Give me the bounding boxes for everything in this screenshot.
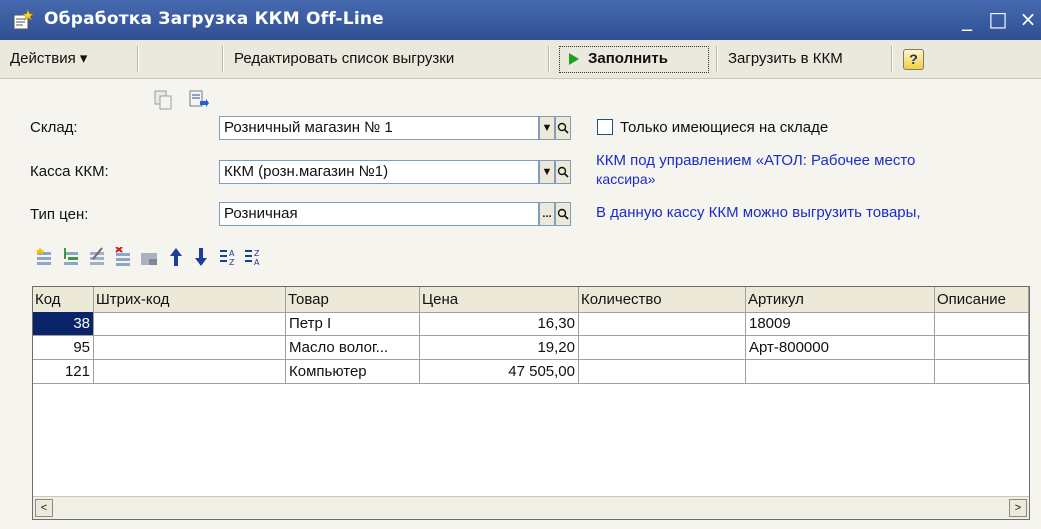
minimize-button[interactable]: _	[955, 6, 979, 32]
table-header: Код Штрих-код Товар Цена Количество Арти…	[33, 287, 1029, 313]
cell-quantity[interactable]	[579, 360, 746, 384]
edit-row-icon[interactable]	[88, 247, 106, 267]
sort-desc-icon[interactable]: ZA	[244, 247, 262, 267]
cell-item[interactable]: Петр I	[286, 312, 420, 336]
chevron-down-icon[interactable]: ▼	[539, 116, 555, 140]
column-header-quantity[interactable]: Количество	[579, 287, 746, 312]
cell-item[interactable]: Компьютер	[286, 360, 420, 384]
toolbar: Действия ▾ Редактировать список выгрузки…	[0, 40, 1041, 110]
horizontal-scrollbar[interactable]: < >	[33, 496, 1029, 519]
toolbar-separator	[548, 46, 550, 72]
window: Обработка Загрузка ККМ Off-Line _ □ × Де…	[0, 0, 1041, 529]
paste-icon[interactable]	[187, 89, 209, 111]
only-in-stock-checkbox[interactable]	[597, 119, 613, 135]
column-header-code[interactable]: Код	[33, 287, 94, 312]
svg-text:Z: Z	[254, 249, 260, 258]
end-edit-icon[interactable]	[140, 247, 158, 267]
help-button[interactable]: ?	[903, 49, 924, 70]
toolbar-separator	[716, 46, 718, 72]
title-bar: Обработка Загрузка ККМ Off-Line _ □ ×	[0, 0, 1041, 40]
sort-asc-icon[interactable]: AZ	[219, 247, 237, 267]
toolbar-separator	[891, 46, 893, 72]
cell-barcode[interactable]	[94, 312, 286, 336]
cell-code[interactable]: 121	[33, 360, 94, 384]
cell-price[interactable]: 19,20	[420, 336, 579, 360]
table-row[interactable]: 121 Компьютер 47 505,00	[33, 360, 1029, 384]
add-subrow-icon[interactable]	[62, 247, 80, 267]
svg-text:A: A	[229, 249, 235, 258]
maximize-button[interactable]: □	[986, 6, 1010, 32]
add-row-icon[interactable]	[35, 247, 53, 267]
chevron-down-icon[interactable]: ▼	[539, 160, 555, 184]
svg-text:A: A	[254, 258, 260, 267]
cell-quantity[interactable]	[579, 336, 746, 360]
column-header-barcode[interactable]: Штрих-код	[94, 287, 286, 312]
price-type-field[interactable]: Розничная	[219, 202, 539, 226]
svg-text:Z: Z	[229, 258, 235, 267]
cash-register-label: Касса ККМ:	[30, 163, 109, 180]
only-in-stock-label: Только имеющиеся на складе	[620, 119, 829, 136]
load-to-kkm-button[interactable]: Загрузить в ККМ	[728, 47, 843, 71]
cell-description[interactable]	[935, 312, 1029, 336]
cell-description[interactable]	[935, 360, 1029, 384]
column-header-price[interactable]: Цена	[420, 287, 579, 312]
cash-register-info: ККМ под управлением «АТОЛ: Рабочее место	[596, 152, 916, 169]
scroll-right-icon[interactable]: >	[1009, 499, 1027, 517]
play-icon	[569, 53, 579, 65]
cell-article[interactable]: Арт-800000	[746, 336, 935, 360]
cell-quantity[interactable]	[579, 312, 746, 336]
cell-barcode[interactable]	[94, 360, 286, 384]
search-icon[interactable]	[555, 116, 571, 140]
cell-article[interactable]	[746, 360, 935, 384]
table-row[interactable]: 95 Масло волог... 19,20 Арт-800000	[33, 336, 1029, 360]
cell-code[interactable]: 95	[33, 336, 94, 360]
form-icon	[13, 9, 34, 30]
toolbar-separator	[222, 46, 224, 72]
cell-barcode[interactable]	[94, 336, 286, 360]
cell-item[interactable]: Масло волог...	[286, 336, 420, 360]
fill-button-label: Заполнить	[588, 50, 668, 67]
fill-button[interactable]: Заполнить	[559, 46, 709, 73]
search-icon[interactable]	[555, 160, 571, 184]
toolbar-separator	[137, 46, 139, 72]
cash-register-info-continued: кассира»	[596, 171, 656, 187]
cash-register-field[interactable]: ККМ (розн.магазин №1)	[219, 160, 539, 184]
move-up-icon[interactable]	[167, 247, 185, 267]
window-title: Обработка Загрузка ККМ Off-Line	[44, 9, 384, 29]
column-header-description[interactable]: Описание	[935, 287, 1029, 312]
cell-price[interactable]: 47 505,00	[420, 360, 579, 384]
ellipsis-button[interactable]: ...	[539, 202, 555, 226]
price-type-info: В данную кассу ККМ можно выгрузить товар…	[596, 204, 921, 221]
products-table[interactable]: Код Штрих-код Товар Цена Количество Арти…	[32, 286, 1030, 520]
edit-list-button[interactable]: Редактировать список выгрузки	[234, 47, 454, 71]
move-down-icon[interactable]	[192, 247, 210, 267]
scroll-left-icon[interactable]: <	[35, 499, 53, 517]
copy-icon[interactable]	[152, 89, 174, 111]
search-icon[interactable]	[555, 202, 571, 226]
cell-code[interactable]: 38	[33, 312, 94, 336]
cell-article[interactable]: 18009	[746, 312, 935, 336]
price-type-label: Тип цен:	[30, 206, 89, 223]
warehouse-label: Склад:	[30, 119, 78, 136]
column-header-article[interactable]: Артикул	[746, 287, 935, 312]
table-row[interactable]: 38 Петр I 16,30 18009	[33, 312, 1029, 336]
cell-description[interactable]	[935, 336, 1029, 360]
warehouse-field[interactable]: Розничный магазин № 1	[219, 116, 539, 140]
column-header-item[interactable]: Товар	[286, 287, 420, 312]
cell-price[interactable]: 16,30	[420, 312, 579, 336]
actions-menu[interactable]: Действия ▾	[10, 47, 87, 71]
delete-row-icon[interactable]	[114, 247, 132, 267]
close-button[interactable]: ×	[1016, 6, 1040, 32]
